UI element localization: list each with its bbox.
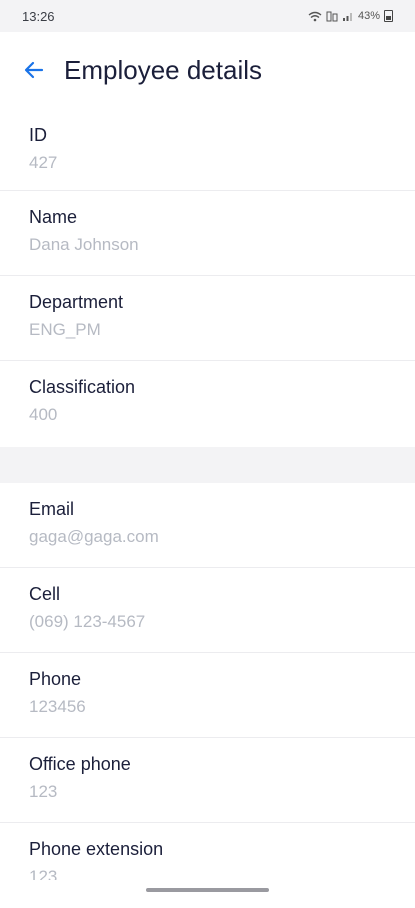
contact-row-email[interactable]: Email gaga@gaga.com <box>0 483 415 568</box>
contact-row-cell[interactable]: Cell (069) 123-4567 <box>0 568 415 653</box>
detail-value: 427 <box>29 153 58 172</box>
contact-label: Cell <box>29 584 61 604</box>
detail-row-classification: Classification 400 <box>0 361 415 446</box>
detail-label: Name <box>29 207 78 227</box>
detail-row-name: Name Dana Johnson <box>0 191 415 276</box>
contact-row-office-phone[interactable]: Office phone 123 <box>0 738 415 823</box>
contact-label: Email <box>29 499 75 519</box>
contact-value: 123 <box>29 782 58 801</box>
signal-icon <box>342 12 352 21</box>
contact-label: Phone <box>29 669 82 689</box>
detail-value: ENG_PM <box>29 320 101 339</box>
status-icons: 43% <box>308 10 393 22</box>
contact-value: gaga@gaga.com <box>29 527 159 546</box>
detail-value: 400 <box>29 405 58 424</box>
back-button[interactable] <box>14 50 54 90</box>
detail-label: Department <box>29 292 124 312</box>
contact-row-phone[interactable]: Phone 123456 <box>0 653 415 738</box>
section-divider <box>0 447 415 483</box>
details-section: ID 427 Name Dana Johnson Department ENG_… <box>0 108 415 446</box>
detail-label: Classification <box>29 377 136 397</box>
battery-icon <box>384 10 393 22</box>
contact-section: Email gaga@gaga.com Cell (069) 123-4567 … <box>0 483 415 908</box>
contact-value: 123456 <box>29 697 86 716</box>
detail-row-id: ID 427 <box>0 108 415 191</box>
status-bar: 13:26 43% <box>0 0 415 32</box>
app-bar: Employee details <box>0 32 415 108</box>
contact-label: Office phone <box>29 754 131 774</box>
contact-label: Phone extension <box>29 839 164 859</box>
arrow-left-icon <box>24 61 44 79</box>
status-time: 13:26 <box>22 8 55 24</box>
page-title: Employee details <box>64 54 262 85</box>
detail-value: Dana Johnson <box>29 235 139 254</box>
battery-percent: 43% <box>357 10 380 22</box>
detail-row-department: Department ENG_PM <box>0 276 415 361</box>
wifi-icon <box>308 11 322 21</box>
home-indicator[interactable] <box>146 888 269 892</box>
detail-label: ID <box>29 125 47 145</box>
data-icon <box>326 11 338 21</box>
contact-value: (069) 123-4567 <box>29 612 146 631</box>
